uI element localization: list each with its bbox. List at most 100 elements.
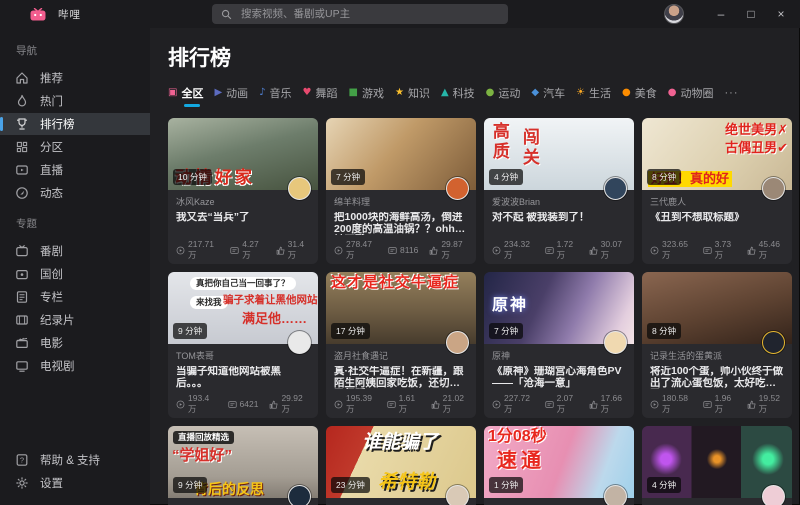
video-card[interactable]: 真把你自己当一回事了？ 来找我 骗子求着让黑他网站… 满足他…… 9 分钟 TOM表哥当骗… [168,272,318,418]
knowledge-category-icon: ★ [394,87,404,98]
video-title[interactable]: 将近100个蛋，帅小伙终于做出了流心蛋包饭，太好吃了！ [650,366,784,389]
uploader-avatar[interactable] [288,177,311,200]
tab-anime[interactable]: ▶ 动画 [214,85,248,107]
view-count: 180.58万 [650,393,692,415]
uploader-avatar[interactable] [288,331,311,354]
sidebar-item-hot[interactable]: 热门 [0,90,150,112]
tabs-more-button[interactable]: ··· [725,87,739,105]
video-title[interactable]: 把1000块的海鲜高汤，倒进200度的高温油锅？？ohhh~针不戳！ [334,212,468,235]
uploader-name[interactable]: 绵羊料理 [334,195,468,208]
sidebar-item-home[interactable]: 推荐 [0,67,150,89]
game-category-icon: ■ [348,87,358,98]
sidebar-item-guochuang[interactable]: 国创 [0,263,150,285]
video-card[interactable]: 1分08秒速通1 分钟敬汉卿看完挑战！我服了！ [484,426,634,505]
card-info: 冰风Kaze我又去“当兵”了217.71万4.27万31.4万评分3149779 [168,190,318,264]
minimize-button[interactable]: – [706,0,736,28]
video-card[interactable]: 原神 7 分钟 原神《原神》珊瑚宫心海角色PV——「沧海一意」 227.72万 2.07… [484,272,634,418]
stat-value: 3.73万 [714,239,732,260]
uploader-avatar[interactable] [604,485,627,505]
search-bar[interactable] [212,4,508,24]
duration-badge: 23 分钟 [331,477,370,493]
tab-car[interactable]: ◆ 汽车 [531,85,565,107]
video-thumbnail[interactable]: 4 分钟 [642,426,792,505]
uploader-name[interactable]: TOM表哥 [176,349,310,362]
video-card[interactable]: 直播回放精选“学姐好”背后的反思9 分钟罗翔说刑法【罗翔】“学姐好”事件反思 从… [168,426,318,505]
tab-knowledge[interactable]: ★ 知识 [395,85,430,107]
video-title[interactable]: 当骗子知道他网站被黑后。。。 [176,366,310,389]
video-thumbnail[interactable]: 这才是社交牛逼症 17 分钟 [326,272,476,354]
sidebar-item-help[interactable]: ? 帮助 & 支持 [0,449,150,471]
danmaku-count: 6421 [227,399,258,409]
video-card[interactable]: 谁能骗了希特勒23 分钟小约翰可汗骗了希特勒是怎么样的体验？【硬核狠人】 [326,426,476,505]
sidebar-item-movie[interactable]: 电影 [0,332,150,354]
uploader-name[interactable]: 爱波波Brian [492,195,626,208]
duration-badge: 8 分钟 [647,169,682,185]
tab-dance[interactable]: ♥ 舞蹈 [303,85,338,107]
uploader-name[interactable]: 盗月社食遇记 [334,349,468,362]
sidebar-item-documentary[interactable]: 纪录片 [0,309,150,331]
tab-game[interactable]: ■ 游戏 [349,85,384,107]
video-title[interactable]: 《原神》珊瑚宫心海角色PV——「沧海一意」 [492,366,626,389]
video-card[interactable]: 4 分钟B站七万星星2%的UP主做到了，日更+ [642,426,792,505]
maximize-button[interactable]: □ [736,0,766,28]
video-thumbnail[interactable]: 直播回放精选 “学姐好” 背后的反思 9 分钟 [168,426,318,505]
uploader-avatar[interactable] [604,331,627,354]
video-card[interactable]: 绝世美男✗ 古偶丑男✔ 好丑！真的好 8 分钟 三代鹿人 《丑到不想取标题》 323.65万… [642,118,792,264]
sidebar-item-live[interactable]: 直播 [0,159,150,181]
uploader-avatar[interactable] [288,485,311,505]
video-card[interactable]: 动情好家 10 分钟 冰风Kaze 我又去“当兵”了 217.71万 4.27万 31.4万… [168,118,318,264]
uploader-avatar[interactable] [446,331,469,354]
video-title[interactable]: 真·社交牛逼症！在新疆，跟陌生阿姨回家吃饭，还切磋了舞蹈 [334,366,468,389]
video-title[interactable]: 我又去“当兵”了 [176,212,310,235]
uploader-avatar[interactable] [762,177,785,200]
uploader-name[interactable]: 冰风Kaze [176,195,310,208]
live-icon [15,163,29,177]
video-card[interactable]: 8 分钟记录生活的蛋黄派将近100个蛋，帅小伙终于做出了流心蛋包饭，太好吃了！ 1… [642,272,792,418]
video-title[interactable]: 对不起 被我装到了！ [492,212,626,235]
video-thumbnail[interactable]: 真把你自己当一回事了？ 来找我 骗子求着让黑他网站… 满足他…… 9 分钟 [168,272,318,354]
user-avatar[interactable] [664,4,684,24]
tab-tech[interactable]: ▲ 科技 [441,85,475,107]
sidebar-item-tvshow[interactable]: 电视剧 [0,355,150,377]
video-thumbnail[interactable]: 8 分钟 [642,272,792,354]
video-thumbnail[interactable]: 谁能骗了 希特勒 23 分钟 [326,426,476,505]
sidebar-item-settings[interactable]: 设置 [0,472,150,494]
tab-life[interactable]: ☀ 生活 [576,85,611,107]
sidebar-item-dynamic[interactable]: 动态 [0,182,150,204]
stat-value: 29.92万 [281,393,303,414]
sidebar-item-column[interactable]: 专栏 [0,286,150,308]
tab-music[interactable]: ♪ 音乐 [259,85,291,107]
uploader-avatar[interactable] [762,485,785,505]
video-card[interactable]: 7 分钟绵羊料理把1000块的海鲜高汤，倒进200度的高温油锅？？ohhh~针不… [326,118,476,264]
close-button[interactable]: × [766,0,796,28]
video-stats: 227.72万 2.07万 17.66万 [492,393,626,415]
video-thumbnail[interactable]: 原神 7 分钟 [484,272,634,354]
sidebar-item-bangumi[interactable]: 番剧 [0,240,150,262]
documentary-icon [15,313,29,327]
like-count: 30.07万 [589,239,626,261]
sidebar-item-ranking[interactable]: 排行榜 [0,113,150,135]
tab-sport[interactable]: ● 运动 [486,85,521,107]
search-input[interactable] [239,7,499,21]
video-thumbnail[interactable]: 高质 闯关 4 分钟 [484,118,634,200]
uploader-avatar[interactable] [446,485,469,505]
video-card[interactable]: 这才是社交牛逼症 17 分钟 盗月社食遇记真·社交牛逼症！在新疆，跟陌生阿姨回家吃饭… [326,272,476,418]
uploader-avatar[interactable] [446,177,469,200]
uploader-name[interactable]: 记录生活的蛋黄派 [650,349,784,362]
tab-all[interactable]: ▣ 全区 [168,85,203,107]
uploader-avatar[interactable] [604,177,627,200]
sidebar-item-partition[interactable]: 分区 [0,136,150,158]
video-thumbnail[interactable]: 动情好家 10 分钟 [168,118,318,200]
uploader-avatar[interactable] [762,331,785,354]
video-thumbnail[interactable]: 1分08秒 速通 1 分钟 [484,426,634,505]
video-card[interactable]: 高质 闯关 4 分钟 爱波波Brian 对不起 被我装到了！ 234.32万 1.72万 30… [484,118,634,264]
video-thumbnail[interactable]: 绝世美男✗ 古偶丑男✔ 好丑！真的好 8 分钟 [642,118,792,200]
uploader-name[interactable]: 原神 [492,349,626,362]
video-thumbnail[interactable]: 7 分钟 [326,118,476,200]
tech-category-icon: ▲ [440,87,449,98]
tab-food[interactable]: ● 美食 [622,85,657,107]
like-count: 19.52万 [747,393,784,415]
uploader-name[interactable]: 三代鹿人 [650,195,784,208]
video-title[interactable]: 《丑到不想取标题》 [650,212,784,235]
tab-animal[interactable]: ● 动物圈 [668,85,714,107]
